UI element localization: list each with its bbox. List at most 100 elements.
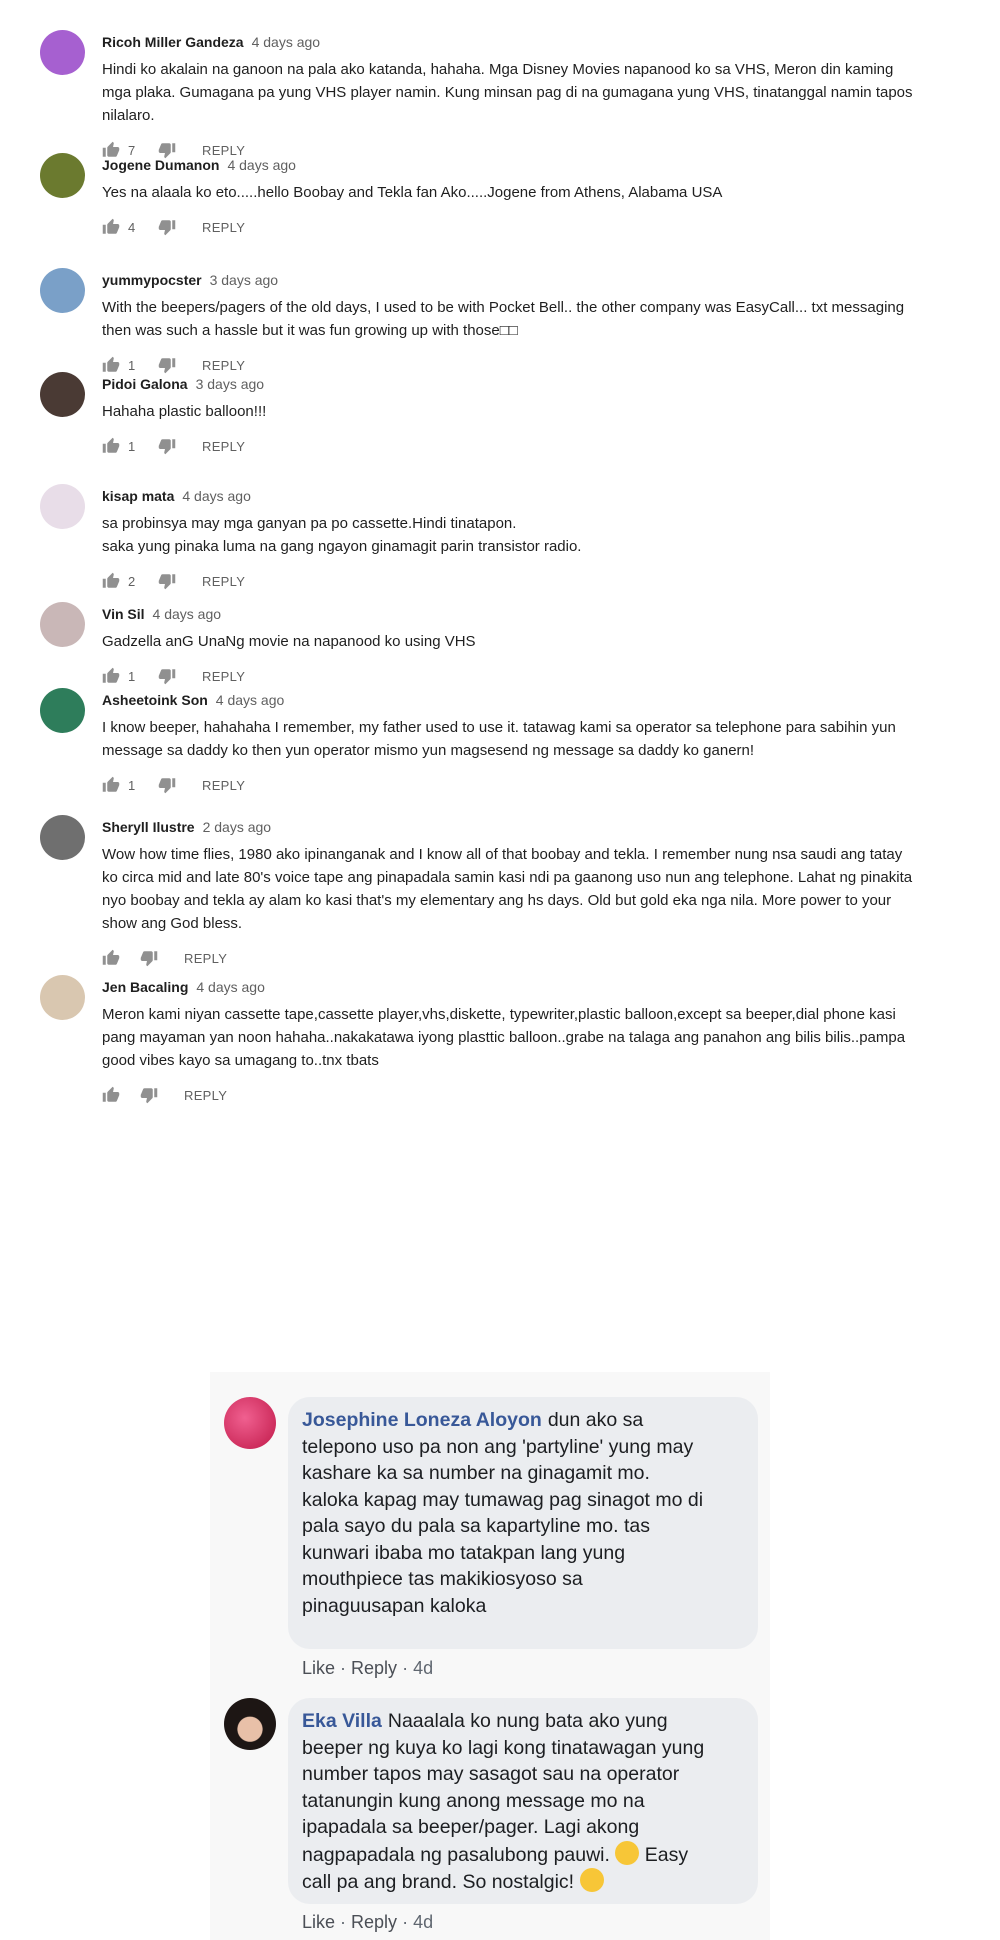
comment-line: then was such a hassle but it was fun gr… xyxy=(102,322,518,339)
thumbs-down-icon[interactable] xyxy=(158,218,176,236)
thumbs-down-icon[interactable] xyxy=(158,776,176,794)
avatar[interactable] xyxy=(224,1698,276,1750)
thumbs-up-icon[interactable] xyxy=(102,949,120,967)
thumbs-up-icon[interactable] xyxy=(102,776,120,794)
comment-author[interactable]: Sheryll Ilustre xyxy=(102,819,195,835)
facebook-comments: Josephine Loneza Aloyon dun ako sa telepo… xyxy=(210,1372,770,1940)
comment-time[interactable]: 4 days ago xyxy=(153,606,222,622)
comment-line: Meron kami niyan cassette tape,cassette … xyxy=(102,1006,896,1023)
comment-actions: Like · Reply · 4d xyxy=(302,1658,434,1678)
comment-line: I know beeper, hahahaha I remember, my f… xyxy=(102,719,896,736)
comment-header: Jogene Dumanon 4 days ago xyxy=(102,157,296,173)
thumbs-up-icon[interactable] xyxy=(102,356,120,374)
reply-link[interactable]: Reply xyxy=(351,1912,397,1932)
avatar[interactable] xyxy=(40,372,85,417)
thumbs-down-icon[interactable] xyxy=(140,1086,158,1104)
comment-header: yummypocster 3 days ago xyxy=(102,272,278,288)
comment-time[interactable]: 4 days ago xyxy=(182,488,251,504)
thumbs-down-icon[interactable] xyxy=(158,667,176,685)
comment-text: Hindi ko akalain na ganoon na pala ako k… xyxy=(102,58,972,127)
comment-text: Yes na alaala ko eto.....hello Boobay an… xyxy=(102,181,972,204)
reply-button[interactable]: REPLY xyxy=(202,358,245,373)
comment-text: telepono uso pa non ang 'partyline' yung… xyxy=(302,1435,694,1458)
avatar[interactable] xyxy=(224,1397,276,1449)
avatar[interactable] xyxy=(40,153,85,198)
comment-author[interactable]: Vin Sil xyxy=(102,606,145,622)
comment-time: 4d xyxy=(413,1912,434,1932)
reply-button[interactable]: REPLY xyxy=(202,220,245,235)
comment-time[interactable]: 4 days ago xyxy=(196,979,265,995)
comment-text: pala sayo du pala sa kapartyline mo. tas xyxy=(302,1515,650,1537)
comment-line: good vibes kayo sa umagang to..tnx tbats xyxy=(102,1052,379,1069)
like-count: 1 xyxy=(128,438,136,454)
comment-text: number tapos may sasagot sau na operator xyxy=(302,1763,680,1785)
comment-time[interactable]: 3 days ago xyxy=(196,376,265,392)
comment-header: Jen Bacaling 4 days ago xyxy=(102,979,265,995)
avatar[interactable] xyxy=(40,815,85,860)
comment-header: Ricoh Miller Gandeza 4 days ago xyxy=(102,34,320,50)
comment-actions: 4 REPLY xyxy=(102,216,245,238)
like-count: 4 xyxy=(128,219,136,235)
like-count: 1 xyxy=(128,357,136,373)
like-count: 7 xyxy=(128,142,136,158)
comment-line: mga plaka. Gumagana pa yung VHS player n… xyxy=(102,84,913,101)
comment-author[interactable]: yummypocster xyxy=(102,272,202,288)
like-count: 1 xyxy=(128,777,136,793)
thumbs-up-icon[interactable] xyxy=(102,572,120,590)
comment-text: Wow how time flies, 1980 ako ipinanganak… xyxy=(102,843,972,935)
comment-line: nilalaro. xyxy=(102,107,155,124)
comment-bubble: Eka Villa Naaalala ko nung bata ako yung … xyxy=(288,1698,758,1904)
reply-button[interactable]: REPLY xyxy=(184,951,227,966)
comment-author[interactable]: Jogene Dumanon xyxy=(102,157,219,173)
thumbs-down-icon[interactable] xyxy=(158,572,176,590)
like-link[interactable]: Like xyxy=(302,1658,335,1678)
comment-text: beeper ng kuya ko lagi kong tinatawagan … xyxy=(302,1736,705,1759)
comment-time[interactable]: 4 days ago xyxy=(216,692,285,708)
reply-link[interactable]: Reply xyxy=(351,1658,397,1678)
comment-author[interactable]: Josephine Loneza Aloyon xyxy=(302,1409,542,1431)
avatar[interactable] xyxy=(40,30,85,75)
comment-time[interactable]: 2 days ago xyxy=(203,819,272,835)
comment-text: With the beepers/pagers of the old days,… xyxy=(102,296,972,342)
like-link[interactable]: Like xyxy=(302,1912,335,1932)
comment-line: saka yung pinaka luma na gang ngayon gin… xyxy=(102,538,582,555)
avatar[interactable] xyxy=(40,688,85,733)
thumbs-up-icon[interactable] xyxy=(102,218,120,236)
comment-actions: 1 REPLY xyxy=(102,774,245,796)
thumbs-up-icon[interactable] xyxy=(102,667,120,685)
reply-button[interactable]: REPLY xyxy=(184,1088,227,1103)
comment-time[interactable]: 4 days ago xyxy=(227,157,296,173)
thumbs-up-icon[interactable] xyxy=(102,437,120,455)
thumbs-down-icon[interactable] xyxy=(158,437,176,455)
comment-author[interactable]: Pidoi Galona xyxy=(102,376,188,392)
comment-actions: 1 REPLY xyxy=(102,354,245,376)
avatar[interactable] xyxy=(40,975,85,1020)
comment-actions: 2 REPLY xyxy=(102,570,245,592)
comment-line: With the beepers/pagers of the old days,… xyxy=(102,299,905,316)
thumbs-down-icon[interactable] xyxy=(158,356,176,374)
avatar[interactable] xyxy=(40,602,85,647)
comment-author[interactable]: Asheetoink Son xyxy=(102,692,208,708)
comment-line: Wow how time flies, 1980 ako ipinanganak… xyxy=(102,846,903,863)
thumbs-down-icon[interactable] xyxy=(140,949,158,967)
comment-text: ipapadala sa beeper/pager. Lagi akong xyxy=(302,1816,640,1838)
reply-button[interactable]: REPLY xyxy=(202,574,245,589)
reply-button[interactable]: REPLY xyxy=(202,778,245,793)
avatar[interactable] xyxy=(40,484,85,529)
comment-actions: Like · Reply · 4d xyxy=(302,1912,434,1932)
like-count: 1 xyxy=(128,668,136,684)
comment-author[interactable]: Jen Bacaling xyxy=(102,979,188,995)
thumbs-up-icon[interactable] xyxy=(102,1086,120,1104)
comment-actions: REPLY xyxy=(102,947,227,969)
like-count: 2 xyxy=(128,573,136,589)
comment-author[interactable]: kisap mata xyxy=(102,488,174,504)
comment-text: kunwari ibaba mo tatakpan lang yung xyxy=(302,1541,626,1564)
reply-button[interactable]: REPLY xyxy=(202,143,245,158)
comment-author[interactable]: Eka Villa xyxy=(302,1710,382,1732)
comment-time[interactable]: 4 days ago xyxy=(252,34,321,50)
avatar[interactable] xyxy=(40,268,85,313)
reply-button[interactable]: REPLY xyxy=(202,669,245,684)
reply-button[interactable]: REPLY xyxy=(202,439,245,454)
comment-author[interactable]: Ricoh Miller Gandeza xyxy=(102,34,244,50)
comment-time[interactable]: 3 days ago xyxy=(210,272,279,288)
